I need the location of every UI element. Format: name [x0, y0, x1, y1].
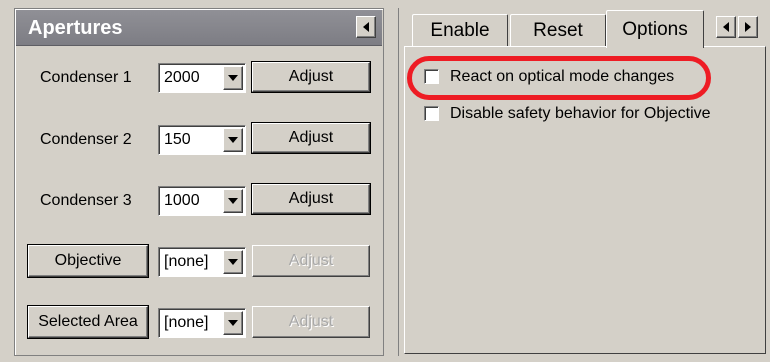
- tab-scroll-right-button[interactable]: [738, 16, 758, 38]
- condenser-1-label: Condenser 1: [40, 69, 132, 86]
- condenser-3-value: 1000: [164, 192, 200, 209]
- condenser-2-label: Condenser 2: [40, 131, 132, 148]
- selected-area-select[interactable]: [none]: [158, 308, 246, 338]
- objective-adjust-button: Adjust: [252, 245, 370, 277]
- condenser-3-label: Condenser 3: [40, 192, 132, 209]
- condenser-1-value: 2000: [164, 69, 200, 86]
- tab-options[interactable]: Options: [606, 10, 704, 48]
- chevron-down-icon: [228, 320, 238, 326]
- react-optical-mode-label: React on optical mode changes: [450, 68, 675, 85]
- chevron-down-icon: [228, 259, 238, 265]
- condenser-1-select[interactable]: 2000: [158, 63, 246, 93]
- objective-value: [none]: [164, 253, 209, 270]
- selected-area-adjust-button: Adjust: [252, 306, 370, 338]
- options-tab-content: [404, 46, 766, 354]
- triangle-left-icon: [363, 22, 369, 32]
- condenser-1-adjust-button[interactable]: Adjust: [252, 62, 370, 92]
- condenser-2-value: 150: [164, 131, 191, 148]
- condenser-3-select[interactable]: 1000: [158, 186, 246, 216]
- condenser-3-adjust-button[interactable]: Adjust: [252, 184, 370, 214]
- apertures-panel-title: Apertures: [28, 17, 123, 39]
- apertures-panel: [14, 8, 384, 356]
- condenser-2-dropdown-button[interactable]: [223, 128, 243, 152]
- tab-scroll-left-button[interactable]: [716, 16, 736, 38]
- triangle-left-icon: [723, 22, 729, 32]
- collapse-panel-button[interactable]: [356, 16, 376, 38]
- tab-reset[interactable]: Reset: [510, 14, 606, 46]
- react-optical-mode-checkbox[interactable]: [424, 69, 439, 84]
- selected-area-dropdown-button[interactable]: [223, 311, 243, 335]
- triangle-right-icon: [745, 22, 751, 32]
- chevron-down-icon: [228, 75, 238, 81]
- disable-safety-objective-label: Disable safety behavior for Objective: [450, 105, 711, 122]
- objective-select[interactable]: [none]: [158, 247, 246, 277]
- selected-area-button[interactable]: Selected Area: [28, 306, 148, 338]
- chevron-down-icon: [228, 137, 238, 143]
- condenser-1-dropdown-button[interactable]: [223, 66, 243, 90]
- chevron-down-icon: [228, 198, 238, 204]
- condenser-2-adjust-button[interactable]: Adjust: [252, 123, 370, 153]
- tab-enable[interactable]: Enable: [412, 14, 508, 46]
- disable-safety-objective-checkbox[interactable]: [424, 106, 439, 121]
- condenser-2-select[interactable]: 150: [158, 125, 246, 155]
- objective-dropdown-button[interactable]: [223, 250, 243, 274]
- objective-button[interactable]: Objective: [28, 245, 148, 277]
- condenser-3-dropdown-button[interactable]: [223, 189, 243, 213]
- selected-area-value: [none]: [164, 314, 209, 331]
